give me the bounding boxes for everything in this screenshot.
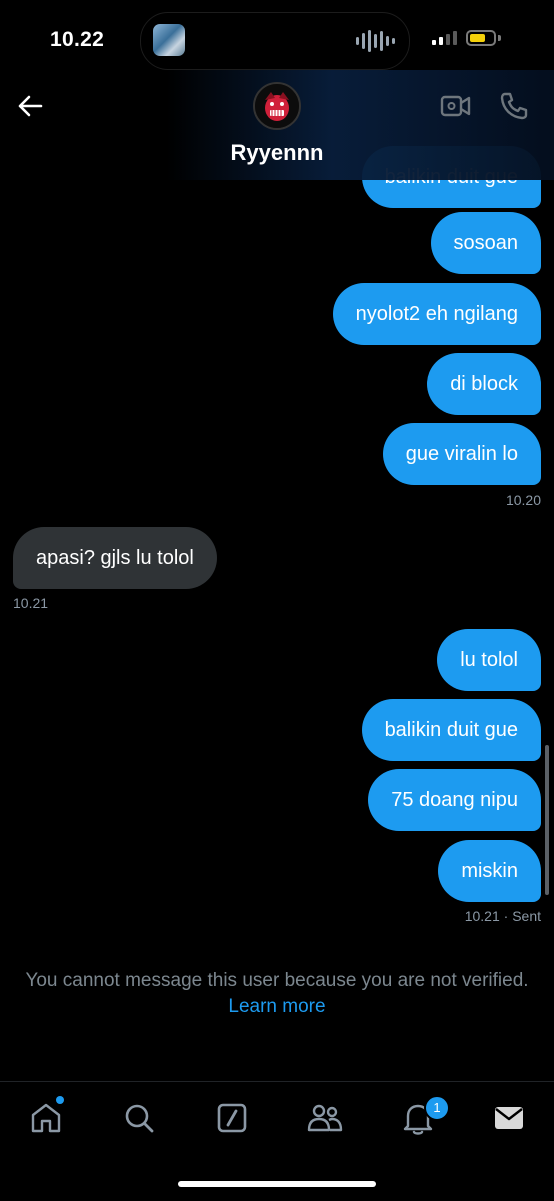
dynamic-island[interactable]	[140, 12, 410, 70]
message-bubble-sent[interactable]: lu tolol	[437, 629, 541, 691]
cannot-message-notice: You cannot message this user because you…	[20, 968, 534, 1020]
home-indicator[interactable]	[178, 1181, 376, 1187]
home-unread-dot	[56, 1096, 64, 1104]
message-bubble-sent[interactable]: miskin	[438, 840, 541, 902]
status-time: 10.22	[50, 28, 105, 51]
message-bubble-sent[interactable]: sosoan	[430, 212, 541, 274]
battery-icon	[466, 30, 496, 46]
learn-more-link[interactable]: Learn more	[228, 996, 325, 1017]
mail-icon[interactable]	[489, 1098, 529, 1138]
back-arrow-icon[interactable]	[14, 90, 46, 122]
message-bubble-sent[interactable]: 75 doang nipu	[368, 769, 541, 831]
message-timestamp: 10.21	[13, 595, 49, 611]
message-bubble-received[interactable]: apasi? gjls lu tolol	[13, 527, 217, 589]
compose-icon[interactable]	[212, 1098, 252, 1138]
message-bubble-sent[interactable]: di block	[427, 353, 541, 415]
battery-level	[470, 34, 485, 42]
communities-icon[interactable]	[305, 1098, 345, 1138]
scrollbar[interactable]	[545, 745, 549, 895]
notice-text: You cannot message this user because you…	[25, 970, 529, 991]
message-timestamp: 10.21 · Sent	[465, 908, 541, 924]
message-status: · Sent	[503, 908, 541, 924]
signal-icon	[432, 31, 457, 45]
contact-name[interactable]: Ryyennn	[0, 140, 554, 166]
avatar[interactable]	[253, 82, 301, 130]
message-bubble-sent[interactable]: nyolot2 eh ngilang	[332, 283, 541, 345]
audio-wave-icon	[356, 29, 395, 53]
now-playing-artwork	[153, 24, 185, 56]
message-bubble-sent[interactable]: balikin duit gue	[361, 699, 541, 761]
message-bubble-sent[interactable]: gue viralin lo	[382, 423, 541, 485]
message-timestamp: 10.20	[505, 492, 541, 508]
home-icon[interactable]	[26, 1098, 66, 1138]
notification-badge: 1	[424, 1095, 450, 1121]
phone-call-icon[interactable]	[498, 90, 530, 127]
video-call-icon[interactable]	[440, 92, 472, 125]
search-icon[interactable]	[119, 1098, 159, 1138]
battery-cap	[498, 35, 501, 41]
timestamp-time: 10.21	[464, 908, 500, 924]
